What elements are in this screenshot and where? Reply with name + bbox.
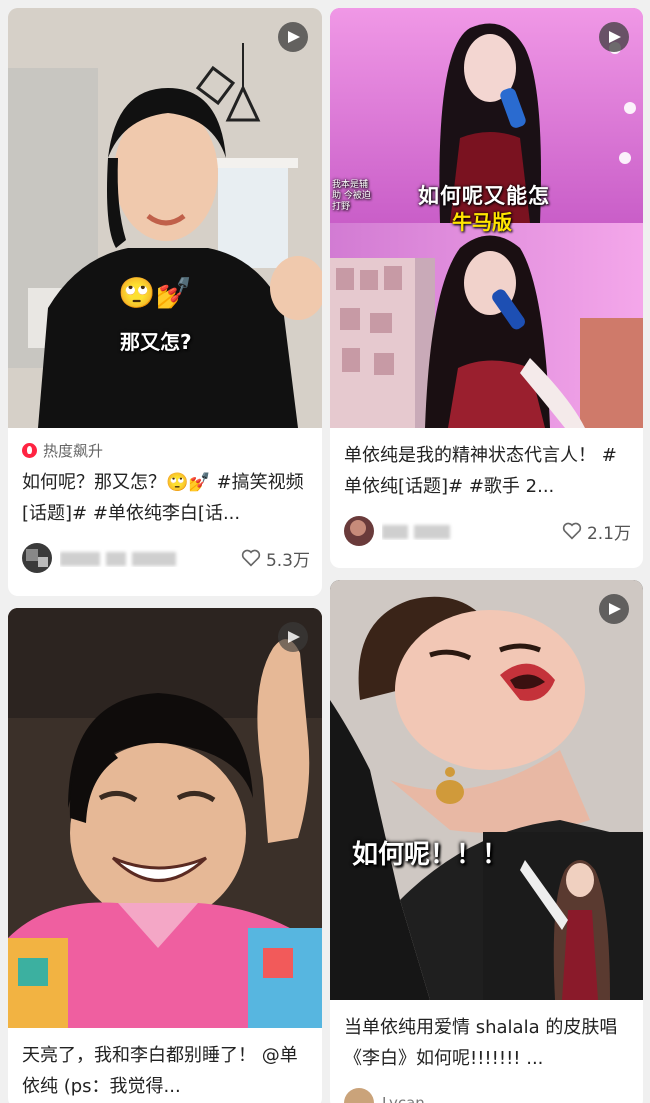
- video-cover[interactable]: 我本是辅助 今被迫打野 如何呢又能怎 牛马版: [330, 8, 643, 428]
- overlay-small-caption: 我本是辅助 今被迫打野: [332, 180, 371, 212]
- note-card-2[interactable]: 我本是辅助 今被迫打野 如何呢又能怎 牛马版 单依纯是我的精神状态代言人！ #单…: [330, 8, 643, 568]
- note-title[interactable]: 天亮了，我和李白都别睡了！ @单依纯 (ps：我觉得...: [22, 1040, 310, 1102]
- note-card-1[interactable]: 🙄💅 那又怎? 热度飙升 如何呢？那又怎？🙄💅 #搞笑视频[话题]# #单依纯李…: [8, 8, 322, 596]
- avatar[interactable]: [22, 543, 52, 573]
- author-name-blurred[interactable]: [60, 549, 241, 567]
- author-name[interactable]: Lycan: [382, 1094, 631, 1103]
- play-icon: [278, 22, 308, 52]
- like-count: 2.1万: [586, 523, 631, 544]
- like-count: 5.3万: [265, 550, 310, 571]
- overlay-emoji: 🙄💅: [118, 276, 193, 311]
- overlay-caption-sub: 牛马版: [452, 210, 512, 234]
- hot-badge-label: 热度飙升: [43, 442, 104, 460]
- overlay-caption: 那又怎?: [120, 330, 192, 354]
- avatar[interactable]: [344, 516, 374, 546]
- heart-icon: [562, 522, 582, 540]
- author-name-blurred[interactable]: [382, 522, 562, 540]
- video-cover[interactable]: 如何呢！！！: [330, 580, 643, 1000]
- avatar[interactable]: [344, 1088, 374, 1103]
- hot-badge: 热度飙升: [22, 440, 310, 461]
- cover-illustration: [330, 580, 643, 1000]
- video-cover[interactable]: 🙄💅 那又怎?: [8, 8, 322, 428]
- play-icon: [599, 594, 629, 624]
- heart-icon: [241, 549, 261, 567]
- note-title[interactable]: 当单依纯用爱情 shalala 的皮肤唱《李白》如何呢!!!!!!! ...: [344, 1012, 631, 1074]
- cover-illustration: [8, 608, 322, 1028]
- note-card-4[interactable]: 如何呢！！！ 当单依纯用爱情 shalala 的皮肤唱《李白》如何呢!!!!!!…: [330, 580, 643, 1103]
- play-icon: [599, 22, 629, 52]
- cover-illustration: [8, 8, 322, 428]
- like-button[interactable]: 2.1万: [562, 519, 631, 544]
- note-title[interactable]: 如何呢？那又怎？🙄💅 #搞笑视频[话题]# #单依纯李白[话...: [22, 467, 310, 529]
- overlay-caption: 如何呢！！！: [352, 840, 509, 870]
- flame-icon: [22, 443, 37, 458]
- video-cover[interactable]: [8, 608, 322, 1028]
- like-button[interactable]: 5.3万: [241, 546, 310, 571]
- note-title[interactable]: 单依纯是我的精神状态代言人！ #单依纯[话题]# #歌手 2...: [344, 440, 631, 502]
- play-icon: [278, 622, 308, 652]
- note-card-3[interactable]: 天亮了，我和李白都别睡了！ @单依纯 (ps：我觉得...: [8, 608, 322, 1103]
